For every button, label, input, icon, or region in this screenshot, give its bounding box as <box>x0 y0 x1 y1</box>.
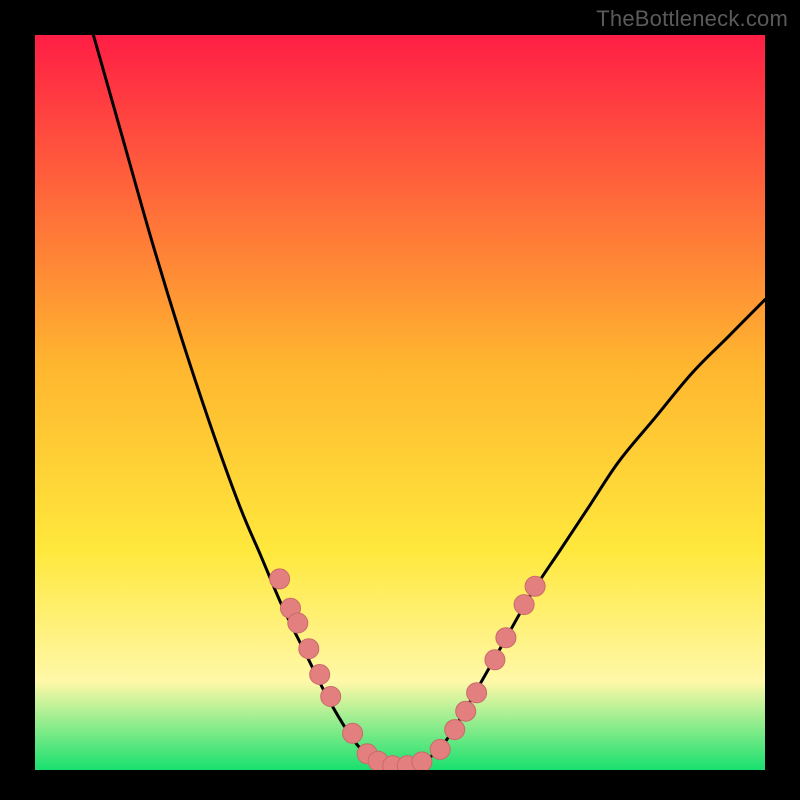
chart-svg <box>35 35 765 770</box>
curve-marker <box>270 569 290 589</box>
curve-marker <box>430 739 450 759</box>
curve-marker <box>288 613 308 633</box>
curve-marker <box>485 650 505 670</box>
curve-marker <box>496 628 516 648</box>
curve-marker <box>445 720 465 740</box>
curve-marker <box>310 665 330 685</box>
curve-marker <box>412 752 432 770</box>
plot-area <box>35 35 765 770</box>
curve-marker <box>514 595 534 615</box>
curve-marker <box>467 683 487 703</box>
gradient-background <box>35 35 765 770</box>
curve-marker <box>525 576 545 596</box>
curve-marker <box>343 723 363 743</box>
chart-frame: TheBottleneck.com <box>0 0 800 800</box>
curve-marker <box>456 701 476 721</box>
watermark-text: TheBottleneck.com <box>596 6 788 32</box>
curve-marker <box>321 687 341 707</box>
curve-marker <box>299 639 319 659</box>
